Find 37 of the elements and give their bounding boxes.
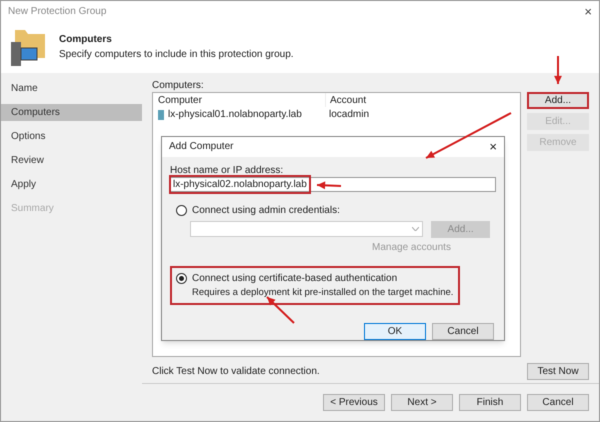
column-header: Account: [325, 93, 446, 107]
test-now-button[interactable]: Test Now: [527, 363, 589, 380]
annotation-arrow: [554, 56, 562, 84]
annotation-arrow: [266, 296, 295, 324]
side-button[interactable]: Add...: [527, 92, 589, 109]
footer-button[interactable]: Finish: [459, 394, 521, 411]
column-header: Computer: [157, 94, 203, 107]
option-label: Connect using certificate-based authentication: [192, 272, 398, 286]
sidebar-item[interactable]: Apply: [1, 176, 142, 193]
table-cell: lx-physical01.nolabnoparty.lab: [153, 107, 325, 122]
footer-button[interactable]: Next >: [391, 394, 453, 411]
option-note: Requires a deployment kit pre-installed on the target machine.: [191, 286, 454, 300]
close-button[interactable]: ×: [489, 140, 497, 154]
dialog-button[interactable]: Cancel: [432, 323, 494, 340]
chevron-down-icon: [412, 226, 420, 231]
radio-button[interactable]: [176, 272, 187, 284]
sidebar-item[interactable]: Name: [1, 80, 142, 97]
radio-button[interactable]: [176, 204, 187, 216]
footer-button[interactable]: Cancel: [527, 394, 589, 411]
hint-text: Click Test Now to validate connection.: [152, 365, 320, 379]
server-icon: [158, 110, 164, 120]
sidebar-item[interactable]: Review: [1, 152, 142, 169]
host-input[interactable]: lx-physical02.nolabnoparty.lab: [170, 176, 496, 192]
annotation-arrow: [316, 181, 342, 190]
computers-label: Computers:: [152, 79, 205, 92]
sidebar-item[interactable]: Computers: [1, 104, 142, 121]
window-title: New Protection Group: [8, 4, 106, 18]
host-label: Host name or IP address:: [170, 164, 284, 177]
close-button[interactable]: ×: [584, 4, 592, 18]
dialog-title: Add Computer: [169, 140, 234, 154]
table-cell-text: locadmin: [328, 108, 370, 122]
header-subtitle: Specify computers to include in this protection group.: [59, 48, 294, 62]
header-title: Computers: [59, 33, 113, 47]
option-label: Connect using admin credentials:: [192, 204, 340, 218]
sidebar-item[interactable]: Options: [1, 128, 142, 145]
footer-button[interactable]: < Previous: [323, 394, 385, 411]
dialog-button[interactable]: OK: [364, 323, 426, 340]
